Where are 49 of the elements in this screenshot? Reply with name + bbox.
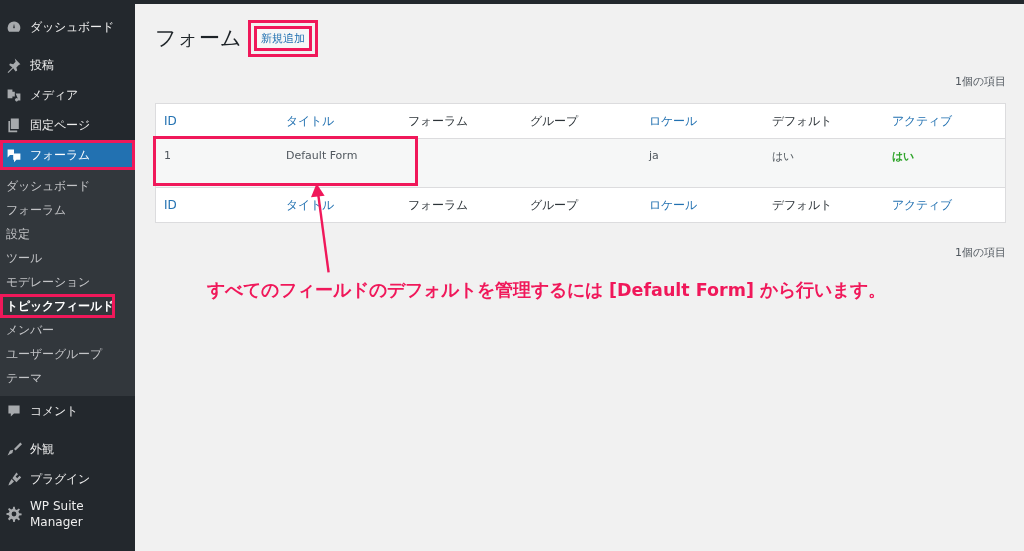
submenu-item[interactable]: メンバー [0,318,135,342]
table-cell-text: はい [771,149,795,164]
sidebar-item[interactable]: フォーラム [0,140,135,170]
page-title: フォーム [155,25,242,52]
pin-icon [6,57,22,73]
sidebar-item[interactable]: 外観 [0,434,135,464]
annotation-text: すべてのフィールドのデフォルトを管理するには [Default Form] から行います。 [207,279,887,302]
speech-bubble-icon [6,147,22,163]
submenu-item[interactable]: モデレーション [0,270,135,294]
sidebar-item[interactable]: ダッシュボード [0,12,135,42]
gear-icon [6,506,22,522]
column-header: フォーラム [407,196,469,214]
sidebar-item[interactable]: コメント [0,396,135,426]
column-header: デフォルト [771,196,833,214]
pages-icon [6,117,22,133]
brush-icon [6,441,22,457]
column-header: グループ [529,196,580,214]
sidebar-item[interactable]: プラグイン [0,464,135,494]
submenu-item[interactable]: ダッシュボード [0,174,135,198]
table-cell-text: ja [648,148,660,162]
submenu-item[interactable]: フォーラム [0,198,135,222]
submenu-item[interactable]: テーマ [0,366,135,390]
sidebar-item[interactable]: 固定ページ [0,110,135,140]
plug-icon [6,471,22,487]
column-header[interactable]: アクティブ [884,112,1005,130]
submenu-item[interactable]: ユーザーグループ [0,342,135,366]
table-cell-text: Default Form [285,148,359,162]
sidebar-item[interactable]: 投稿 [0,50,135,80]
column-header: グループ [529,112,580,130]
column-header[interactable]: ロケール [641,196,764,214]
sidebar-item[interactable]: WP Suite Manager [0,494,135,534]
media-icon [6,87,22,103]
column-header: デフォルト [771,112,833,130]
column-header[interactable]: タイトル [278,112,400,130]
item-count: 1個の項目 [954,74,1006,89]
dashboard-gauge-icon [6,19,22,35]
column-header: フォーラム [407,112,469,130]
table-cell-text: はい [891,149,915,164]
submenu-item[interactable]: ツール [0,246,135,270]
column-header[interactable]: ID [156,114,278,128]
column-header[interactable]: ID [156,198,278,212]
submenu-item[interactable]: トピックフィールド [0,294,115,318]
submenu-item[interactable]: 設定 [0,222,135,246]
sidebar-item[interactable]: メディア [0,80,135,110]
table-cell-text: 1 [163,148,172,162]
column-header[interactable]: ロケール [641,112,764,130]
column-header[interactable]: アクティブ [884,196,1005,214]
comment-icon [6,403,22,419]
item-count: 1個の項目 [954,245,1006,260]
